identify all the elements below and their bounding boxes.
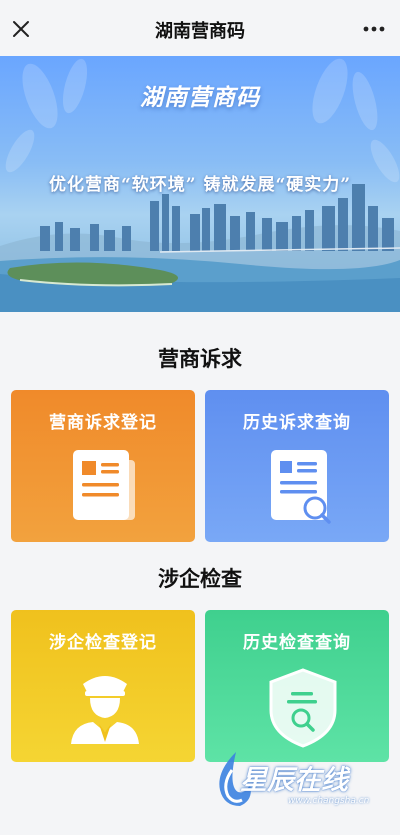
appeal-history-card[interactable]: 历史诉求查询 [205, 390, 389, 542]
inspection-register-label: 涉企检查登记 [49, 633, 157, 653]
watermark-logo: 星辰在线 www.changsha.cn [210, 748, 395, 828]
inspection-history-label: 历史检查查询 [243, 633, 351, 653]
inspection-register-card[interactable]: 涉企检查登记 [11, 610, 195, 762]
document-search-icon [271, 450, 331, 524]
shield-search-icon [269, 668, 337, 748]
watermark-text: 星辰在线 [240, 765, 348, 796]
section-title-business-appeals: 营商诉求 [158, 347, 242, 371]
appeal-history-label: 历史诉求查询 [243, 413, 351, 433]
top-navigation-bar: 湖南营商码 [0, 0, 400, 56]
banner-title: 湖南营商码 [140, 85, 260, 111]
document-form-icon [73, 450, 135, 520]
more-dots-icon[interactable] [360, 18, 388, 40]
section-title-enterprise-inspections: 涉企检查 [158, 567, 242, 591]
hero-banner: 湖南营商码 优化营商“软环境” 铸就发展“硬实力” [0, 56, 400, 312]
appeal-register-card[interactable]: 营商诉求登记 [11, 390, 195, 542]
page-title: 湖南营商码 [155, 21, 245, 42]
banner-slogan: 优化营商“软环境” 铸就发展“硬实力” [48, 175, 352, 195]
appeal-register-label: 营商诉求登记 [49, 413, 157, 433]
watermark-url: www.changsha.cn [288, 796, 370, 806]
inspection-history-card[interactable]: 历史检查查询 [205, 610, 389, 762]
inspector-officer-icon [71, 676, 139, 744]
